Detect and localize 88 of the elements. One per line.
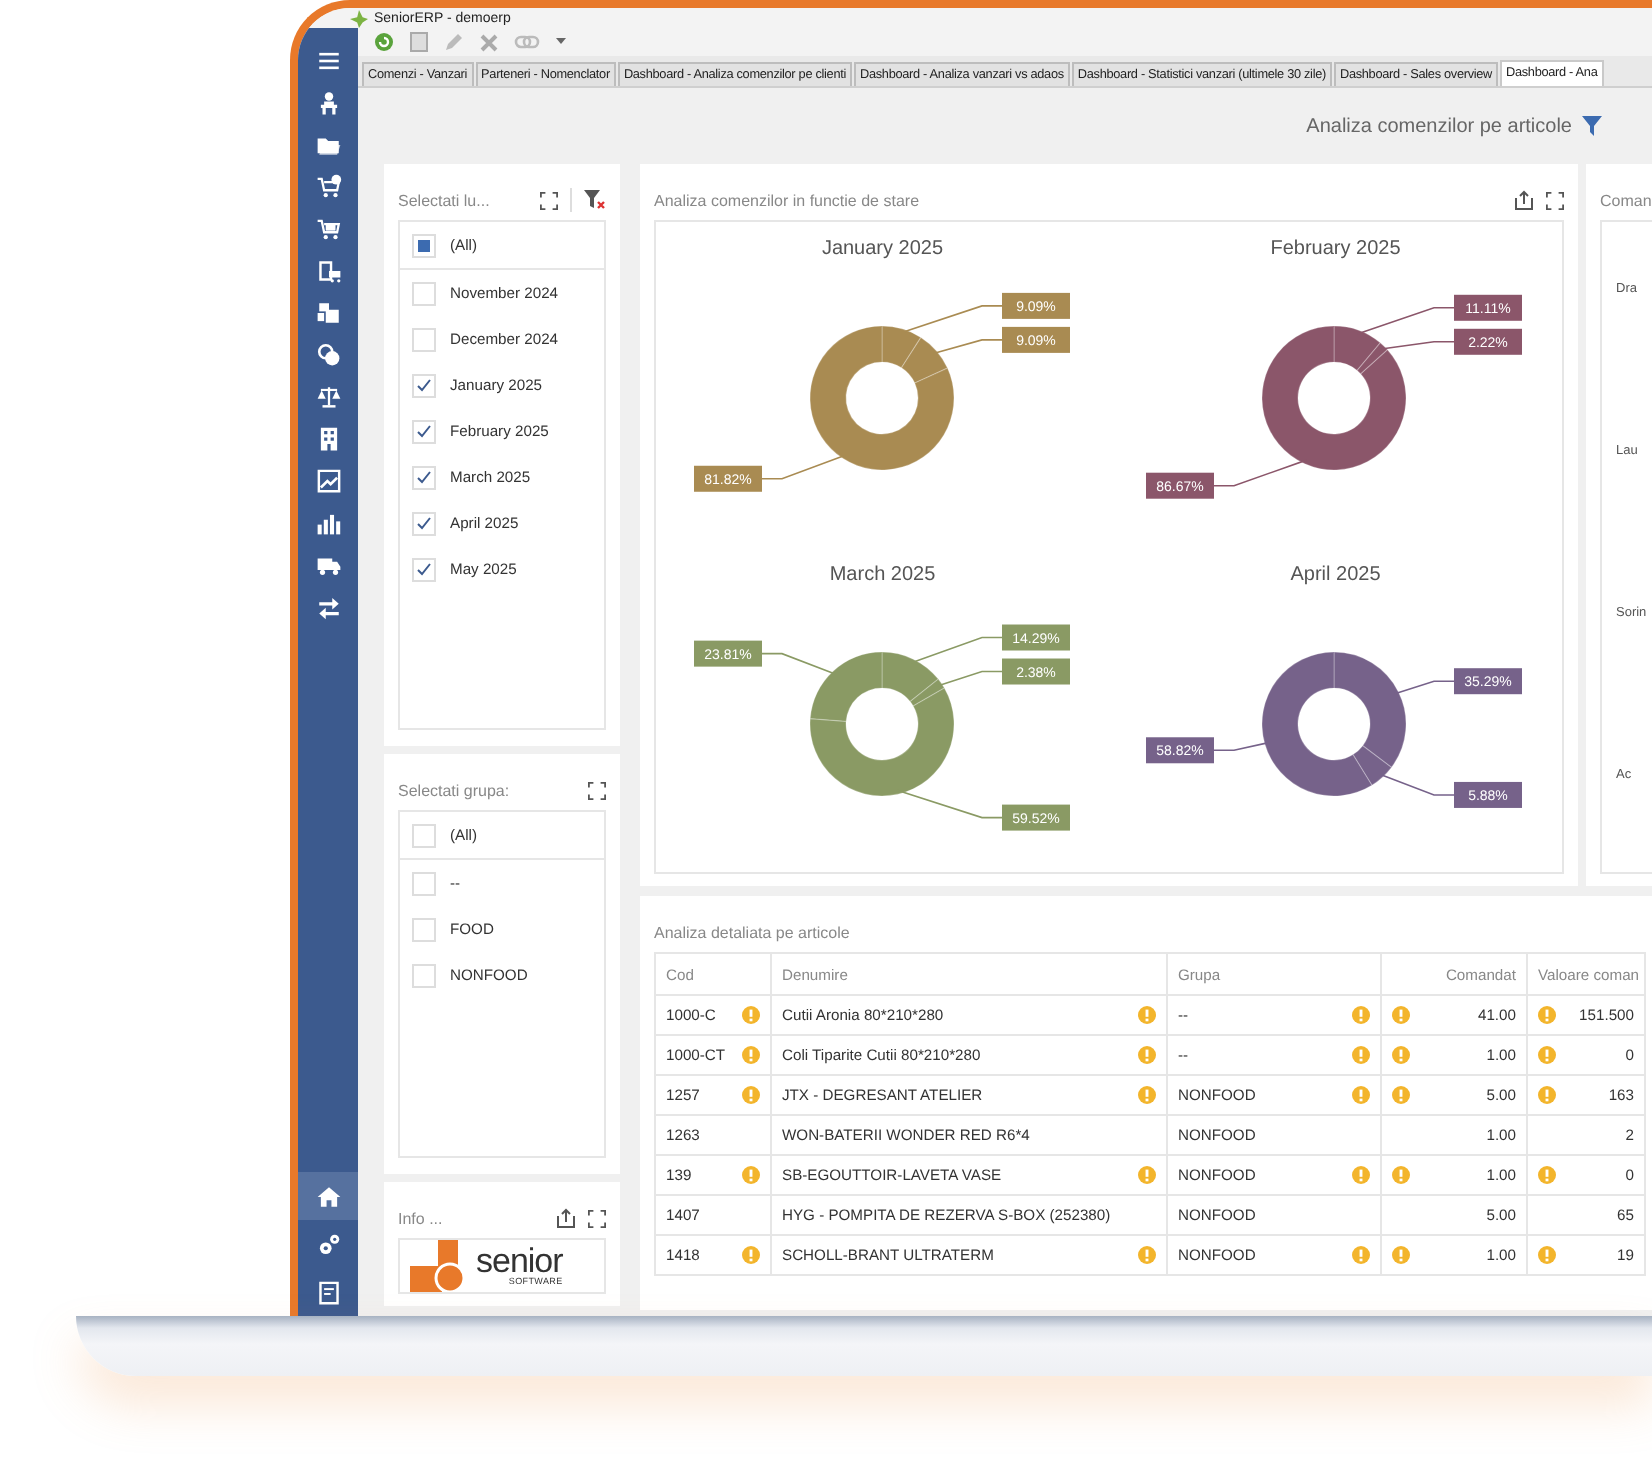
panel-title: Coman [1600, 191, 1652, 209]
building-icon[interactable] [315, 426, 341, 452]
warning-icon [1538, 1006, 1556, 1024]
warning-icon [1392, 1006, 1410, 1024]
expand-icon[interactable] [588, 781, 606, 799]
leader-line [936, 669, 1003, 686]
leader-line [932, 339, 1003, 355]
dashboard-title: Analiza comenzilor pe articole [1306, 115, 1572, 137]
person-icon[interactable] [315, 90, 341, 116]
expand-icon[interactable] [540, 191, 558, 209]
checkbox[interactable] [412, 419, 436, 443]
panel-title: Selectati grupa: [398, 781, 510, 799]
warning-icon [1138, 1166, 1156, 1184]
checkbox[interactable] [412, 511, 436, 535]
warning-icon [1352, 1006, 1370, 1024]
chart-title: March 2025 [829, 563, 936, 589]
warning-icon [1538, 1086, 1556, 1104]
expand-icon[interactable] [588, 1209, 606, 1227]
checkbox[interactable] [412, 233, 436, 257]
caret-icon[interactable] [556, 38, 566, 46]
refresh-icon[interactable] [374, 32, 394, 52]
logo-name: senior [476, 1246, 563, 1276]
filter-icon[interactable] [1582, 116, 1602, 136]
checkbox[interactable] [412, 373, 436, 397]
warning-icon [1138, 1086, 1156, 1104]
chart-title: January 2025 [821, 238, 944, 264]
clipboard-icon[interactable] [315, 258, 341, 284]
panel-title: Analiza detaliata pe articole [654, 923, 850, 941]
arrows-icon[interactable] [315, 594, 341, 620]
warning-icon [1392, 1086, 1410, 1104]
line-chart-icon[interactable] [315, 468, 341, 494]
panel-title: Selectati lu... [398, 191, 490, 209]
leader-line [899, 305, 1003, 334]
clear-filter-icon[interactable] [584, 190, 606, 210]
warning-icon [1392, 1246, 1410, 1264]
checkbox[interactable] [412, 327, 436, 351]
leader-line [1394, 679, 1456, 694]
cart-icon[interactable] [315, 216, 341, 242]
checkbox[interactable] [412, 963, 436, 987]
leader-line [895, 788, 1003, 818]
warning-icon [1392, 1166, 1410, 1184]
warning-icon [1138, 1046, 1156, 1064]
app-icon [350, 9, 368, 27]
warning-icon [1352, 1166, 1370, 1184]
leader-line [760, 454, 846, 480]
leader-line [1380, 341, 1456, 350]
warning-icon [742, 1006, 760, 1024]
warning-icon [742, 1086, 760, 1104]
panel-title: Analiza comenzilor in functie de stare [654, 191, 920, 209]
share-icon[interactable] [556, 1208, 576, 1228]
warning-icon [742, 1246, 760, 1264]
checkbox[interactable] [412, 465, 436, 489]
warning-icon [1138, 1246, 1156, 1264]
scales-icon[interactable] [315, 384, 341, 410]
share-icon[interactable] [1514, 190, 1534, 210]
menu-icon[interactable] [315, 48, 341, 74]
warning-icon [1538, 1166, 1556, 1184]
gears-icon[interactable] [315, 1231, 341, 1257]
leader-line [1356, 307, 1456, 335]
warning-icon [1538, 1246, 1556, 1264]
warning-icon [1352, 1046, 1370, 1064]
leader-line [1213, 740, 1270, 751]
leader-line [910, 635, 1003, 663]
warning-icon [742, 1166, 760, 1184]
panel-title: Info ... [398, 1209, 443, 1227]
leader-line [760, 651, 837, 674]
report-icon[interactable] [315, 1279, 341, 1305]
boxes-icon[interactable] [315, 300, 341, 326]
checkbox[interactable] [412, 871, 436, 895]
chart-title: April 2025 [1290, 563, 1381, 589]
bar-chart-icon[interactable] [315, 510, 341, 536]
warning-icon [742, 1046, 760, 1064]
checkbox[interactable] [412, 281, 436, 305]
checkbox[interactable] [412, 557, 436, 581]
checkbox[interactable] [412, 823, 436, 847]
warning-icon [1392, 1046, 1410, 1064]
chart-title: February 2025 [1270, 238, 1401, 264]
leader-line [1379, 772, 1456, 795]
warning-icon [1138, 1006, 1156, 1024]
coins-icon[interactable] [315, 342, 341, 368]
warning-icon [1352, 1086, 1370, 1104]
warning-icon [1538, 1046, 1556, 1064]
home-icon[interactable] [315, 1183, 341, 1209]
leader-line [1213, 459, 1308, 487]
cart-plus-icon[interactable] [315, 174, 341, 200]
warning-icon [1352, 1246, 1370, 1264]
checkbox[interactable] [412, 917, 436, 941]
expand-icon[interactable] [1546, 191, 1564, 209]
